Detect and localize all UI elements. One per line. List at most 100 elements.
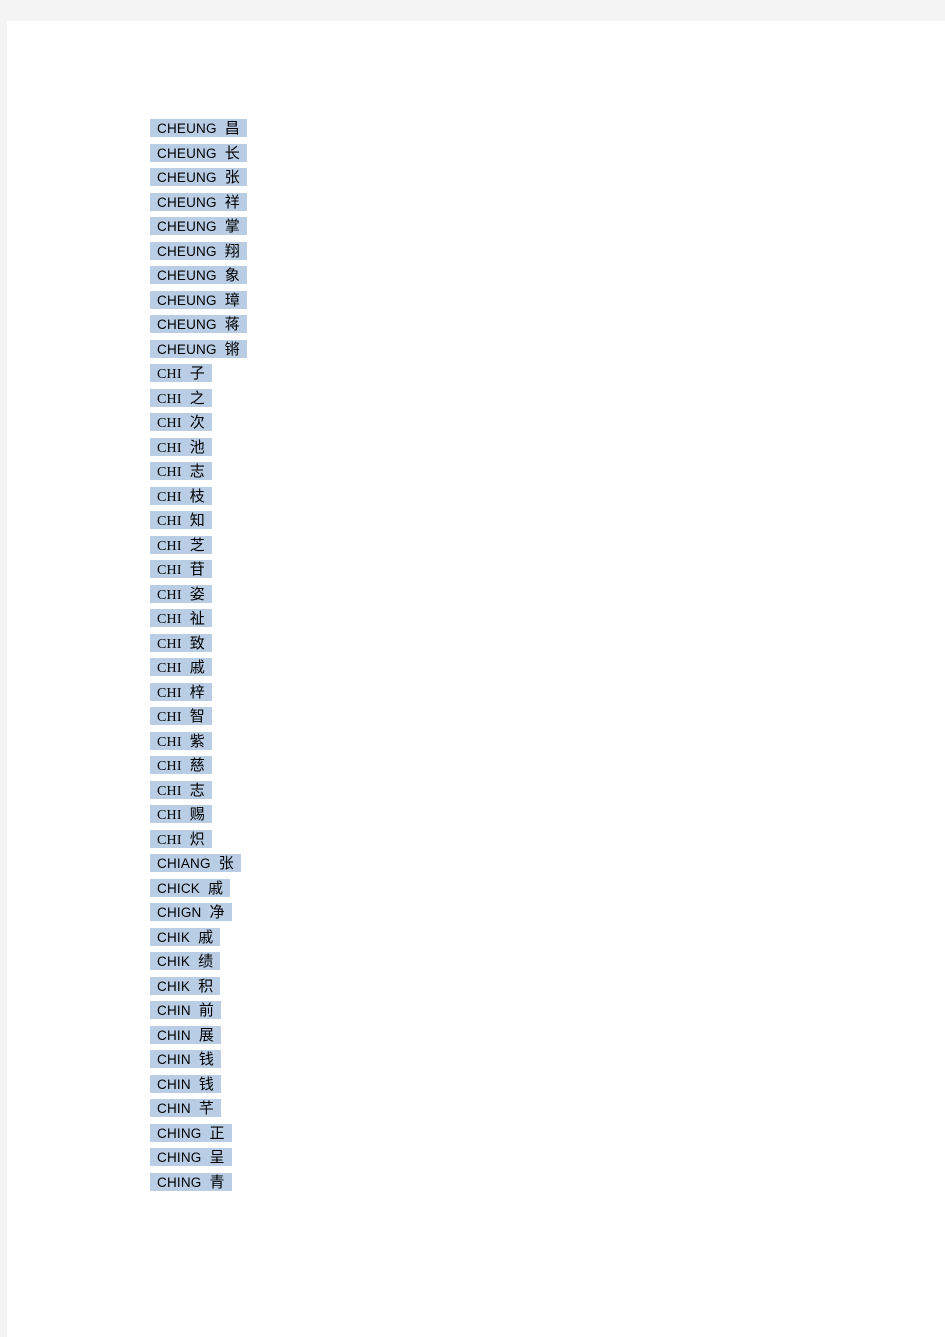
han-character: 钱 xyxy=(198,1050,214,1068)
han-character: 池 xyxy=(189,437,205,456)
list-item: CHIGN 净 xyxy=(150,900,850,925)
romanization-text: CHI xyxy=(157,710,182,725)
list-item: CHI 次 xyxy=(150,410,850,435)
romanization-text: CHI xyxy=(157,514,182,529)
han-character: 积 xyxy=(198,976,214,995)
han-character: 绩 xyxy=(198,952,214,970)
han-character: 致 xyxy=(189,633,205,652)
highlighted-entry: CHEUNG 掌 xyxy=(150,217,247,235)
list-item: CHEUNG 祥 xyxy=(150,190,850,215)
highlighted-entry: CHI 炽 xyxy=(150,829,212,848)
han-character: 之 xyxy=(189,388,205,407)
romanization-text: CHIN xyxy=(157,1003,191,1018)
list-item: CHIN 芊 xyxy=(150,1096,850,1121)
list-item: CHI 梓 xyxy=(150,680,850,705)
list-item: CHI 姿 xyxy=(150,582,850,607)
list-item: CHIK 戚 xyxy=(150,925,850,950)
highlighted-entry: CHIK 戚 xyxy=(150,927,221,946)
romanization-text: CHICK xyxy=(157,880,201,896)
list-item: CHI 志 xyxy=(150,778,850,803)
highlighted-entry: CHIGN 净 xyxy=(150,903,232,921)
romanization-text: CHEUNG xyxy=(157,243,217,259)
list-item: CHIN 钱 xyxy=(150,1072,850,1097)
highlighted-entry: CHEUNG 锵 xyxy=(150,339,247,358)
highlighted-entry: CHEUNG 昌 xyxy=(150,119,247,137)
romanization-text: CHING xyxy=(157,1174,202,1190)
han-character: 净 xyxy=(209,903,225,921)
highlighted-entry: CHIN 展 xyxy=(150,1025,221,1044)
highlighted-entry: CHEUNG 张 xyxy=(150,168,247,186)
highlighted-entry: CHEUNG 翔 xyxy=(150,241,247,260)
romanization-text: CHEUNG xyxy=(157,268,217,283)
highlighted-entry: CHEUNG 长 xyxy=(150,143,247,162)
romanization-text: CHI xyxy=(157,661,182,676)
romanization-text: CHIANG xyxy=(157,856,211,871)
list-item: CHEUNG 张 xyxy=(150,165,850,190)
romanization-text: CHI xyxy=(157,391,182,407)
list-item: CHING 呈 xyxy=(150,1145,850,1170)
highlighted-entry: CHEUNG 璋 xyxy=(150,290,247,309)
romanization-text: CHI xyxy=(157,489,182,505)
list-item: CHI 紫 xyxy=(150,729,850,754)
han-character: 志 xyxy=(189,780,205,799)
han-character: 赐 xyxy=(189,805,205,823)
highlighted-entry: CHI 姿 xyxy=(150,584,212,603)
list-item: CHIN 前 xyxy=(150,998,850,1023)
han-character: 祥 xyxy=(224,192,240,211)
highlighted-entry: CHI 子 xyxy=(150,364,212,382)
highlighted-entry: CHI 志 xyxy=(150,780,212,799)
highlighted-entry: CHI 枝 xyxy=(150,486,212,505)
highlighted-entry: CHIN 芊 xyxy=(150,1099,221,1117)
list-item: CHEUNG 锵 xyxy=(150,337,850,362)
list-item: CHIK 积 xyxy=(150,974,850,999)
highlighted-entry: CHI 智 xyxy=(150,707,212,725)
han-character: 戚 xyxy=(189,658,205,676)
romanization-text: CHI xyxy=(157,440,182,456)
han-character: 昌 xyxy=(224,119,240,137)
romanization-text: CHIK xyxy=(157,978,191,994)
romanization-text: CHI xyxy=(157,636,182,652)
highlighted-entry: CHI 紫 xyxy=(150,731,212,750)
han-character: 戚 xyxy=(208,878,224,897)
han-character: 张 xyxy=(218,854,234,872)
list-item: CHICK 戚 xyxy=(150,876,850,901)
list-item: CHEUNG 掌 xyxy=(150,214,850,239)
list-item: CHI 池 xyxy=(150,435,850,460)
han-character: 姿 xyxy=(189,584,205,603)
highlighted-entry: CHI 次 xyxy=(150,413,212,431)
romanization-text: CHING xyxy=(157,1125,202,1141)
romanization-text: CHEUNG xyxy=(157,317,217,332)
list-item: CHI 枝 xyxy=(150,484,850,509)
highlighted-entry: CHI 戚 xyxy=(150,658,212,676)
romanization-text: CHI xyxy=(157,538,182,554)
list-item: CHEUNG 昌 xyxy=(150,116,850,141)
list-item: CHI 智 xyxy=(150,704,850,729)
list-item: CHI 赐 xyxy=(150,802,850,827)
list-item: CHEUNG 长 xyxy=(150,141,850,166)
han-character: 锵 xyxy=(224,339,240,358)
romanization-text: CHI xyxy=(157,685,182,701)
romanization-text: CHEUNG xyxy=(157,194,217,210)
han-character: 张 xyxy=(224,168,240,186)
highlighted-entry: CHEUNG 祥 xyxy=(150,192,247,211)
han-character: 璋 xyxy=(224,290,240,309)
list-item: CHI 祉 xyxy=(150,606,850,631)
han-character: 蒋 xyxy=(224,315,240,333)
han-character: 掌 xyxy=(224,217,240,235)
romanization-text: CHIN xyxy=(157,1027,191,1043)
highlighted-entry: CHICK 戚 xyxy=(150,878,231,897)
han-character: 呈 xyxy=(209,1148,225,1166)
highlighted-entry: CHEUNG 蒋 xyxy=(150,315,247,333)
list-item: CHEUNG 象 xyxy=(150,263,850,288)
highlighted-entry: CHIN 钱 xyxy=(150,1050,221,1068)
list-item: CHING 青 xyxy=(150,1170,850,1195)
list-item: CHIN 钱 xyxy=(150,1047,850,1072)
list-item: CHI 芝 xyxy=(150,533,850,558)
han-character: 炽 xyxy=(189,829,205,848)
highlighted-entry: CHEUNG 象 xyxy=(150,266,247,284)
highlighted-entry: CHI 苷 xyxy=(150,560,212,578)
romanization-text: CHI xyxy=(157,612,182,627)
romanization-text: CHEUNG xyxy=(157,121,217,136)
highlighted-entry: CHIK 积 xyxy=(150,976,221,995)
highlighted-entry: CHI 致 xyxy=(150,633,212,652)
